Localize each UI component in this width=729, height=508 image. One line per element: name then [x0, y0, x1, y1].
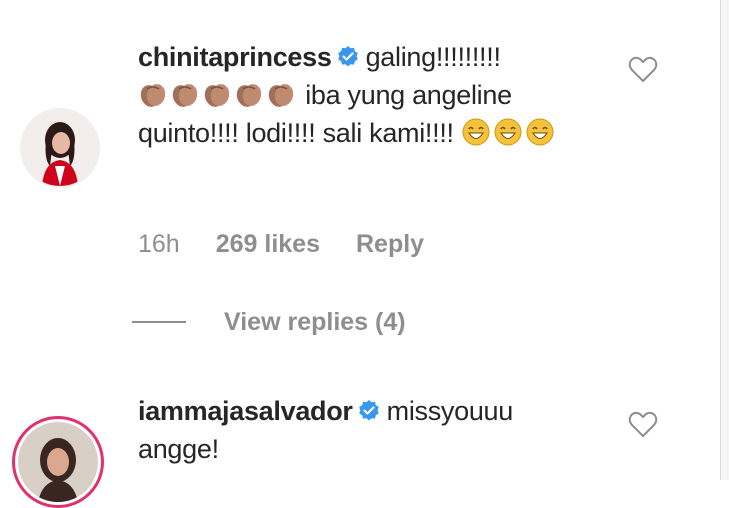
grinning-face-icon [462, 118, 490, 146]
clapping-hands-icon [236, 84, 262, 107]
clapping-hands-icon [172, 84, 198, 107]
comment-time[interactable]: 16h [138, 230, 180, 259]
comment-username[interactable]: chinitaprincess [138, 42, 332, 72]
replies-divider [132, 321, 186, 323]
grinning-face-icon [526, 118, 554, 146]
clapping-hands-icon [140, 84, 166, 107]
comment-username[interactable]: iammajasalvador [138, 396, 353, 426]
verified-badge-icon [337, 46, 358, 67]
grin-emoji-group [461, 118, 557, 148]
clapping-hands-icon [268, 84, 294, 107]
like-heart-icon[interactable] [628, 410, 658, 438]
reply-button[interactable]: Reply [356, 230, 424, 259]
comment-likes[interactable]: 269 likes [216, 230, 320, 259]
grinning-face-icon [494, 118, 522, 146]
clap-emoji-group [138, 80, 298, 110]
comment-text-part1: galing!!!!!!!!! [365, 42, 501, 72]
comment-body: chinitaprincess galing!!!!!!!!! iba yung … [138, 38, 598, 152]
comment-body: iammajasalvador missyouuu angge! [138, 392, 598, 468]
view-replies-row[interactable]: View replies (4) [132, 302, 406, 342]
avatar-story-ring[interactable] [12, 416, 104, 508]
avatar[interactable] [20, 108, 100, 188]
verified-badge-icon [358, 400, 379, 421]
scrollbar-edge[interactable] [720, 0, 729, 480]
view-replies-button[interactable]: View replies (4) [224, 308, 406, 337]
like-heart-icon[interactable] [628, 55, 658, 83]
clapping-hands-icon [204, 84, 230, 107]
comment-meta: 16h 269 likes Reply [138, 224, 460, 264]
